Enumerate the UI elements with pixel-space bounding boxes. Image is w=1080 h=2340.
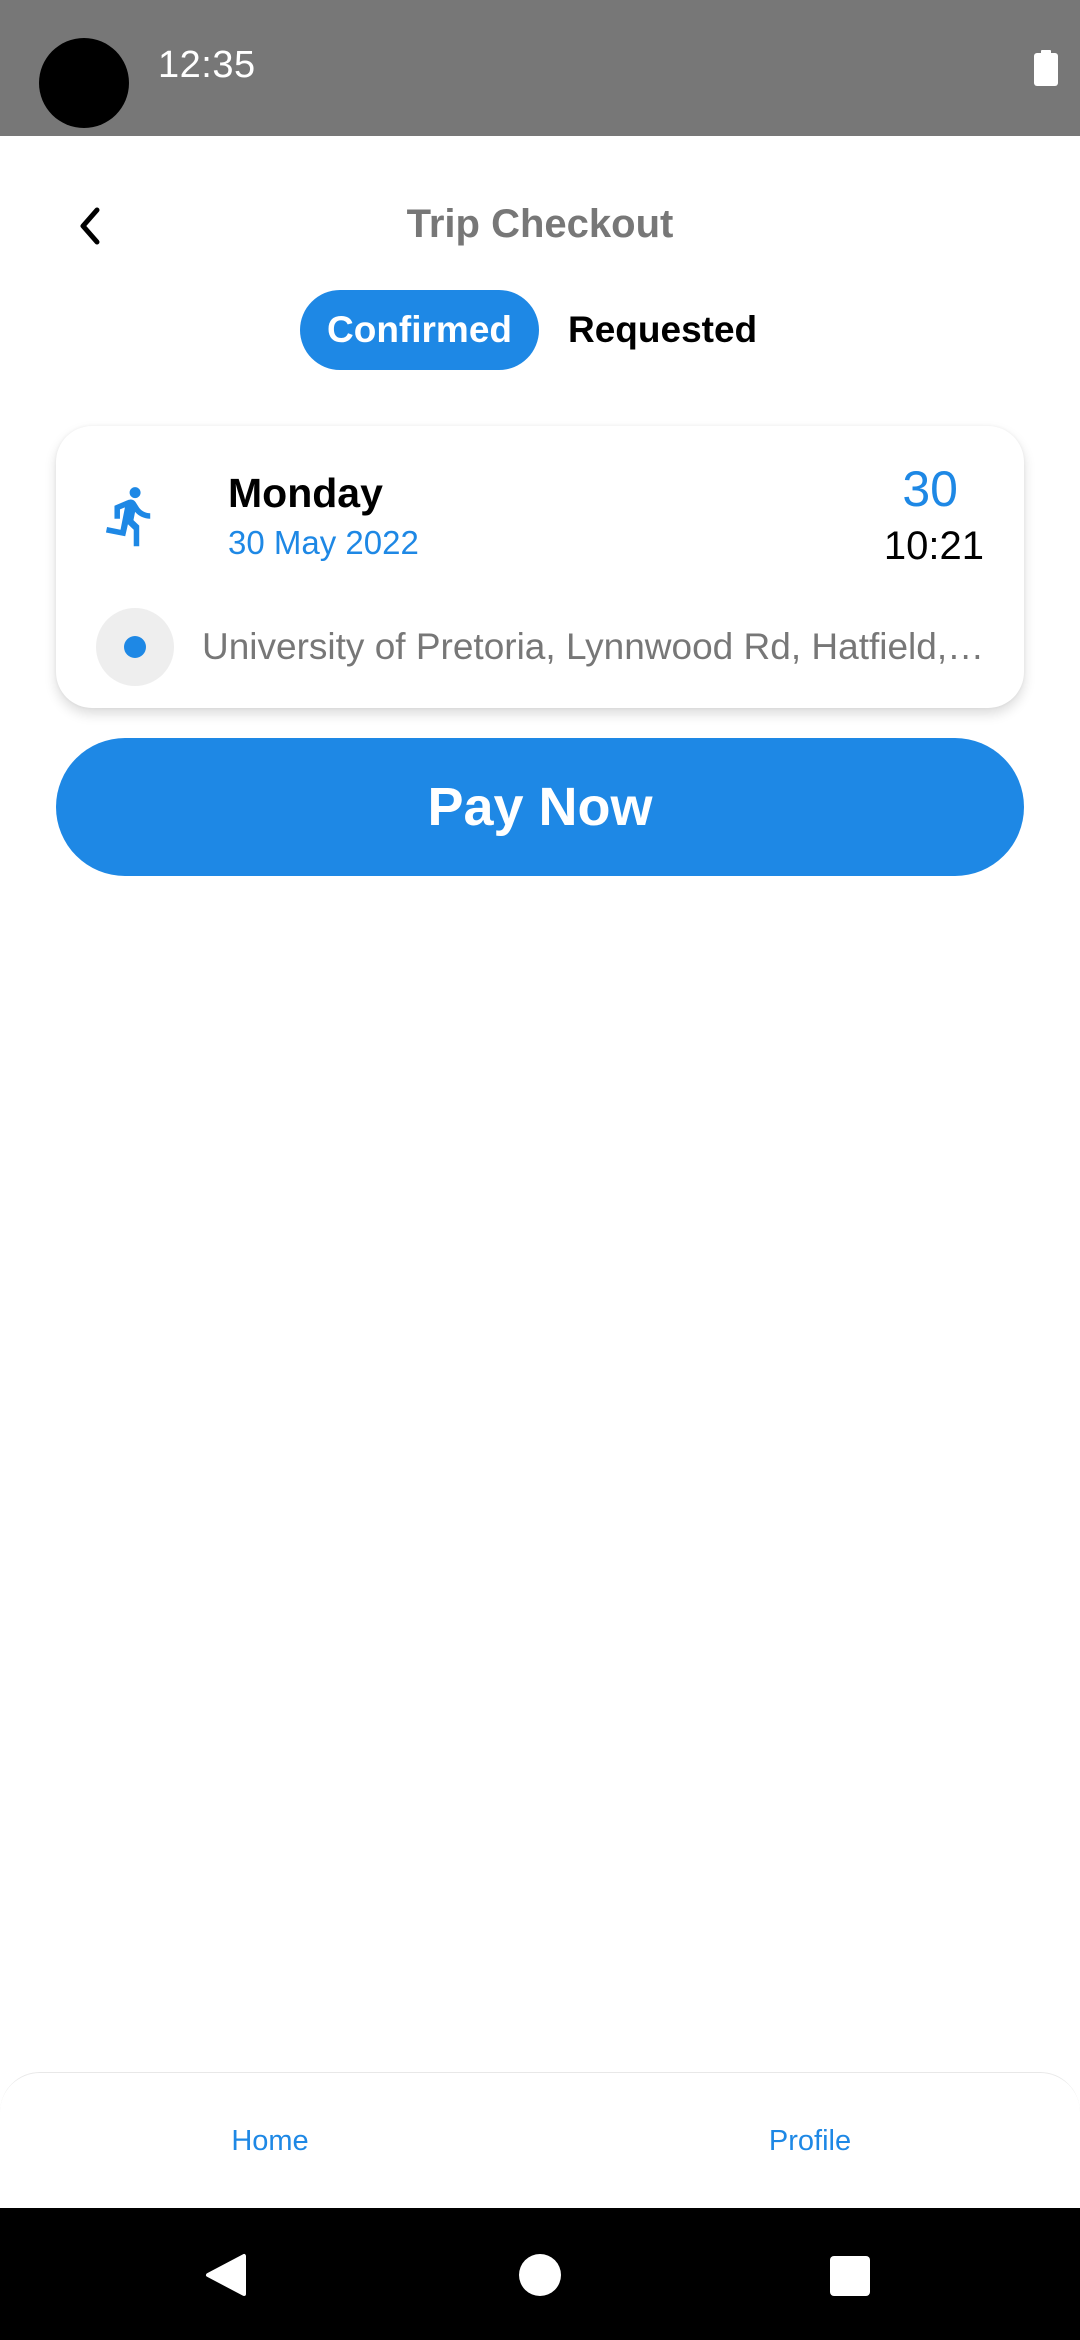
nav-home[interactable]: Home	[0, 2073, 540, 2209]
system-back-icon[interactable]	[202, 2252, 248, 2298]
trip-date: 30 May 2022	[228, 524, 419, 561]
bottom-nav: Home Profile	[0, 2072, 1080, 2208]
trip-time: 10:21	[883, 524, 984, 568]
tab-requested[interactable]: Requested	[541, 290, 784, 370]
trip-address: University of Pretoria, Lynnwood Rd, Hat…	[202, 626, 986, 667]
trip-card[interactable]: Monday 30 May 2022 30 10:21 University o…	[56, 426, 1024, 708]
nav-profile[interactable]: Profile	[540, 2073, 1080, 2209]
system-home-icon[interactable]	[519, 2254, 561, 2296]
location-dot-icon	[124, 636, 146, 658]
tab-confirmed[interactable]: Confirmed	[300, 290, 539, 370]
system-recents-icon[interactable]	[830, 2256, 870, 2296]
camera-cutout	[39, 38, 129, 128]
system-nav-bar	[0, 2208, 1080, 2340]
page-title: Trip Checkout	[406, 202, 674, 246]
runner-icon	[105, 487, 151, 547]
status-tabs: Confirmed Requested	[300, 290, 784, 370]
battery-icon	[1034, 50, 1058, 86]
status-bar: 12:35	[0, 0, 1080, 136]
trip-day-number: 30	[902, 461, 958, 517]
trip-day: Monday	[228, 470, 383, 516]
status-time: 12:35	[158, 44, 256, 86]
screen: 12:35 Trip Checkout Confirmed Requested …	[0, 0, 1080, 2340]
pay-now-button[interactable]: Pay Now	[56, 738, 1024, 876]
location-marker	[96, 608, 174, 686]
